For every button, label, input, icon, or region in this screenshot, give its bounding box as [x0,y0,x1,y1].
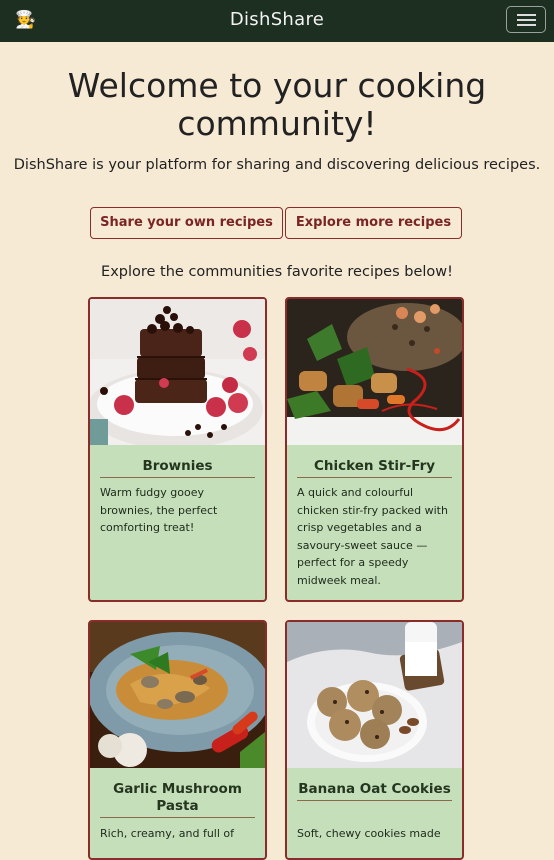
share-recipes-button[interactable]: Share your own recipes [90,207,283,239]
banana-oat-cookies-image [287,622,462,768]
chicken-stir-fry-image [287,299,462,445]
brownies-image [90,299,265,445]
recipe-description: Warm fudgy gooey brownies, the perfect c… [100,486,218,534]
recipe-title: Banana Oat Cookies [297,781,452,801]
recipe-card-garlic-mushroom-pasta[interactable]: Garlic Mushroom Pasta Rich, creamy, and … [88,620,267,860]
recipe-title: Brownies [100,458,255,478]
menu-toggle-button[interactable] [506,6,546,33]
page-title: Welcome to your cooking community! [67,66,487,143]
recipe-description: Rich, creamy, and full of [100,827,235,840]
explore-heading: Explore the communities favorite recipes… [101,264,453,280]
recipe-title: Chicken Stir-Fry [297,458,452,478]
recipe-card-chicken-stir-fry[interactable]: Chicken Stir-Fry A quick and colourful c… [285,297,464,602]
brand-title[interactable]: DishShare [0,0,554,42]
navbar: 🧑‍🍳 DishShare [0,0,554,42]
garlic-mushroom-pasta-image [90,622,265,768]
hero-subtitle: DishShare is your platform for sharing a… [13,157,541,173]
recipe-card-brownies[interactable]: Brownies Warm fudgy gooey brownies, the … [88,297,267,602]
recipe-card-banana-oat-cookies[interactable]: Banana Oat Cookies Soft, chewy cookies m… [285,620,464,860]
recipe-description: Soft, chewy cookies made [297,827,441,840]
hamburger-icon [517,14,536,16]
recipe-description: A quick and colourful chicken stir-fry p… [297,486,448,587]
explore-recipes-button[interactable]: Explore more recipes [285,207,462,239]
recipe-title: Garlic Mushroom Pasta [100,781,255,818]
